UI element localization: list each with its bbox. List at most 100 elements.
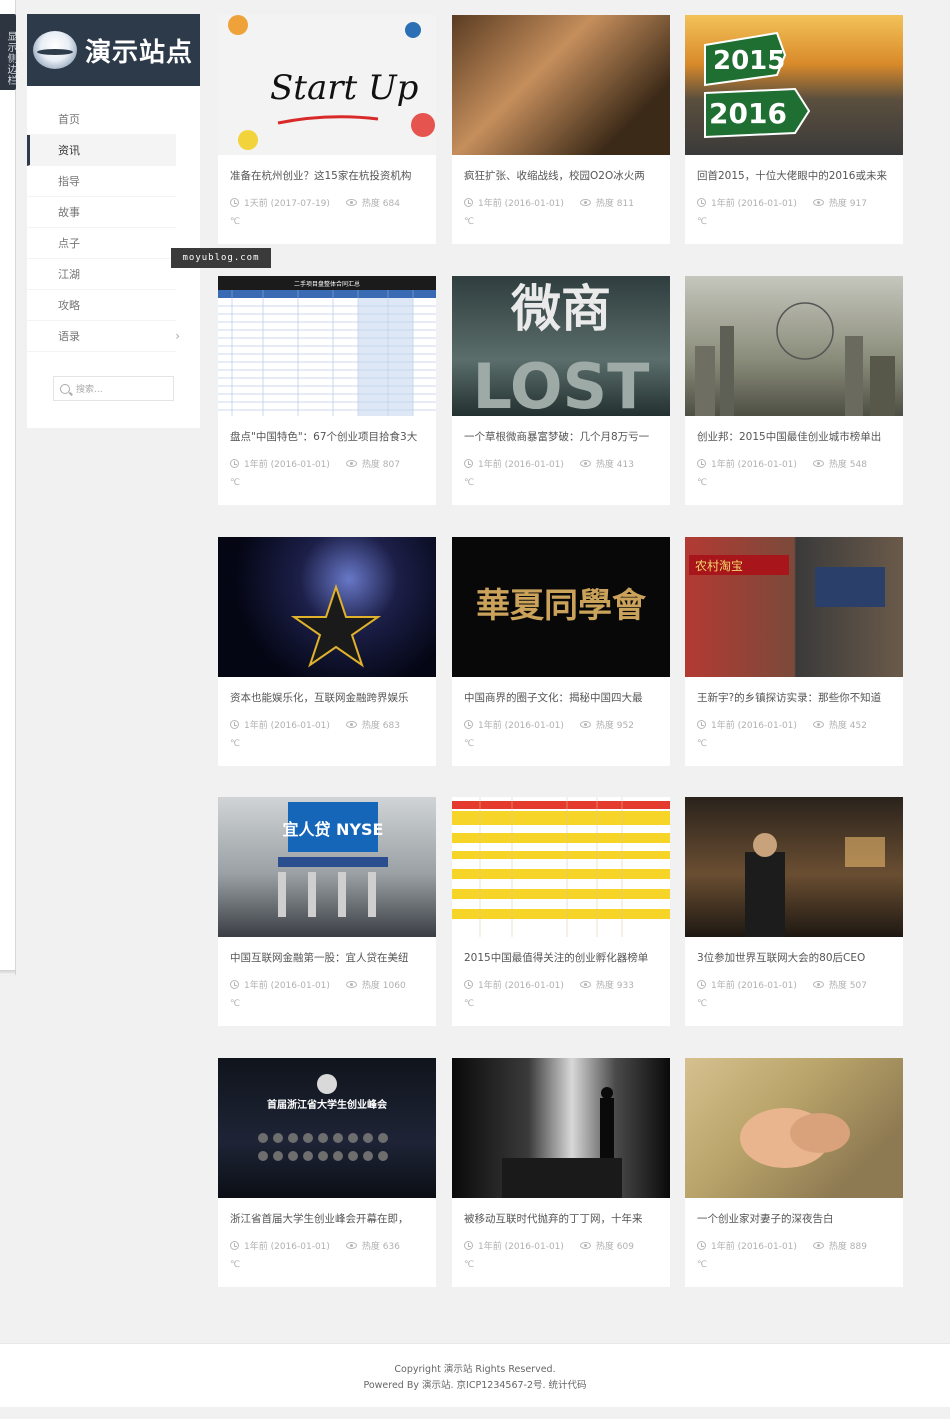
clock-icon xyxy=(697,198,706,207)
footer-powered-by[interactable]: Powered By 演示站. 京ICP1234567-2号. 统计代码 xyxy=(0,1378,950,1394)
article-title[interactable]: 浙江省首届大学生创业峰会开幕在即， xyxy=(230,1211,428,1226)
article-title[interactable]: 一个创业家对妻子的深夜告白 xyxy=(697,1211,895,1226)
article-card[interactable]: 首届浙江省大学生创业峰会 浙江省首届大学生创业峰会开幕在即， 1年前 (2016… xyxy=(218,1058,436,1287)
article-thumbnail[interactable] xyxy=(452,1058,670,1198)
sidebar-item-guide[interactable]: 指导 xyxy=(27,166,176,197)
road-sign-art: 2015 2016 xyxy=(704,31,811,139)
article-time: 1年前 (2016-01-01) xyxy=(244,1242,330,1252)
holding-hands-thumbnail-art xyxy=(740,1108,850,1168)
article-meta: 1年前 (2016-01-01) 热度 683 xyxy=(230,718,436,731)
degree-symbol: ℃ xyxy=(464,999,475,1009)
sidebar-item-ideas[interactable]: 点子 xyxy=(27,228,176,259)
site-title: 演示站点 xyxy=(85,37,194,68)
site-logo[interactable]: 演示站点 xyxy=(27,14,200,86)
article-thumbnail[interactable]: 首届浙江省大学生创业峰会 xyxy=(218,1058,436,1198)
sidebar-item-strategy[interactable]: 攻略 xyxy=(27,290,176,321)
article-meta: 1年前 (2016-01-01) 热度 889 xyxy=(697,1239,903,1252)
article-heat: 热度 917 xyxy=(828,199,867,209)
article-card[interactable]: 華夏同學會 中国商界的圈子文化：揭秘中国四大最 1年前 (2016-01-01)… xyxy=(452,537,670,766)
village-thumbnail-art: 农村淘宝 xyxy=(689,555,885,607)
article-heat: 热度 684 xyxy=(361,199,400,209)
eye-icon xyxy=(345,721,357,728)
article-card[interactable]: 宜人贷 NYSE 中国互联网金融第一股：宜人贷在美纽 1年前 (2016-01-… xyxy=(218,797,436,1026)
article-title[interactable]: 2015中国最值得关注的创业孵化器榜单 xyxy=(464,950,662,965)
article-title[interactable]: 准备在杭州创业？这15家在杭投资机构 xyxy=(230,168,428,183)
clock-icon xyxy=(697,720,706,729)
article-title[interactable]: 3位参加世界互联网大会的80后CEO xyxy=(697,950,895,965)
article-card[interactable]: 微商 LOST 一个草根微商暴富梦破：几个月8万亏一 1年前 (2016-01-… xyxy=(452,276,670,505)
article-card[interactable]: 创业邦：2015中国最佳创业城市榜单出 1年前 (2016-01-01) 热度 … xyxy=(685,276,903,505)
degree-symbol: ℃ xyxy=(464,739,475,749)
sidebar-item-stories[interactable]: 故事 xyxy=(27,197,176,228)
article-card[interactable]: 疯狂扩张、收缩战线，校园O2O冰火两 1年前 (2016-01-01) 热度 8… xyxy=(452,15,670,244)
article-meta: 1年前 (2016-01-01) 热度 811 xyxy=(464,196,670,209)
article-title[interactable]: 王新宇?的乡镇探访实录：那些你不知道 xyxy=(697,690,895,705)
eye-icon xyxy=(579,460,591,467)
article-thumbnail[interactable] xyxy=(685,797,903,937)
article-title[interactable]: 中国互联网金融第一股：宜人贷在美纽 xyxy=(230,950,428,965)
article-thumbnail[interactable]: 華夏同學會 xyxy=(452,537,670,677)
sidebar-item-quotes[interactable]: 语录 › xyxy=(27,321,180,352)
sidebar-item-jianghu[interactable]: 江湖 xyxy=(27,259,176,290)
article-card[interactable]: 2015中国最值得关注的创业孵化器榜单 1年前 (2016-01-01) 热度 … xyxy=(452,797,670,1026)
clock-icon xyxy=(697,459,706,468)
article-thumbnail[interactable]: 2015 2016 xyxy=(685,15,903,155)
article-title[interactable]: 回首2015，十位大佬眼中的2016或未来 xyxy=(697,168,895,183)
article-heat: 热度 807 xyxy=(361,460,400,470)
eye-icon xyxy=(345,199,357,206)
article-thumbnail[interactable] xyxy=(685,1058,903,1198)
article-meta: 1年前 (2016-01-01) 热度 933 xyxy=(464,978,670,991)
clock-icon xyxy=(230,198,239,207)
eye-icon xyxy=(812,1242,824,1249)
article-card[interactable]: 一个创业家对妻子的深夜告白 1年前 (2016-01-01) 热度 889 ℃ xyxy=(685,1058,903,1287)
eye-icon xyxy=(579,721,591,728)
article-time: 1年前 (2016-01-01) xyxy=(244,460,330,470)
article-title[interactable]: 一个草根微商暴富梦破：几个月8万亏一 xyxy=(464,429,662,444)
left-rail-shadow xyxy=(0,970,16,976)
degree-symbol: ℃ xyxy=(230,217,241,227)
article-meta: 1年前 (2016-01-01) 热度 917 xyxy=(697,196,903,209)
lost-thumbnail-art: 微商 LOST xyxy=(473,280,650,416)
startup-thumbnail-art: Start Up xyxy=(228,15,435,150)
article-title[interactable]: 资本也能娱乐化，互联网金融跨界娱乐 xyxy=(230,690,428,705)
article-title[interactable]: 中国商界的圈子文化：揭秘中国四大最 xyxy=(464,690,662,705)
clock-icon xyxy=(464,980,473,989)
page-footer: Copyright 演示站 Rights Reserved. Powered B… xyxy=(0,1343,950,1407)
article-thumbnail[interactable]: 农村淘宝 xyxy=(685,537,903,677)
article-card[interactable]: 被移动互联时代抛弃的丁丁网，十年来 1年前 (2016-01-01) 热度 60… xyxy=(452,1058,670,1287)
article-title[interactable]: 被移动互联时代抛弃的丁丁网，十年来 xyxy=(464,1211,662,1226)
article-title[interactable]: 盘点"中国特色"：67个创业项目拾食3大 xyxy=(230,429,428,444)
article-thumbnail[interactable] xyxy=(452,15,670,155)
article-thumbnail[interactable]: 二手项目盘整体合同汇总 xyxy=(218,276,436,416)
article-thumbnail[interactable]: 宜人贷 NYSE xyxy=(218,797,436,937)
article-thumbnail[interactable]: 微商 LOST xyxy=(452,276,670,416)
sidebar-item-home[interactable]: 首页 xyxy=(27,104,176,135)
show-sidebar-toggle[interactable]: 显示侧边栏 xyxy=(0,14,16,90)
article-thumbnail[interactable] xyxy=(218,537,436,677)
article-thumbnail[interactable]: Start Up xyxy=(218,15,436,155)
eye-icon xyxy=(812,721,824,728)
article-card[interactable]: 资本也能娱乐化，互联网金融跨界娱乐 1年前 (2016-01-01) 热度 68… xyxy=(218,537,436,766)
article-card[interactable]: Start Up 准备在杭州创业？这15家在杭投资机构 1天前 (2017-07… xyxy=(218,15,436,244)
article-title[interactable]: 疯狂扩张、收缩战线，校园O2O冰火两 xyxy=(464,168,662,183)
article-thumbnail[interactable] xyxy=(452,797,670,937)
article-card[interactable]: 二手项目盘整体合同汇总 盘点"中国特色"：67个创业项目拾食3大 1年前 (20… xyxy=(218,276,436,505)
eye-icon xyxy=(812,981,824,988)
degree-symbol: ℃ xyxy=(697,739,708,749)
article-title[interactable]: 创业邦：2015中国最佳创业城市榜单出 xyxy=(697,429,895,444)
article-thumbnail[interactable] xyxy=(685,276,903,416)
article-heat: 热度 811 xyxy=(595,199,634,209)
sidebar-item-label: 资讯 xyxy=(58,144,80,157)
nyse-thumbnail-art: 宜人贷 NYSE xyxy=(278,802,388,917)
article-card[interactable]: 3位参加世界互联网大会的80后CEO 1年前 (2016-01-01) 热度 5… xyxy=(685,797,903,1026)
left-rail xyxy=(0,0,16,975)
eye-icon xyxy=(579,981,591,988)
article-card[interactable]: 农村淘宝 王新宇?的乡镇探访实录：那些你不知道 1年前 (2016-01-01)… xyxy=(685,537,903,766)
clock-icon xyxy=(230,1241,239,1250)
search-input[interactable]: 搜索... xyxy=(53,376,174,401)
article-heat: 热度 413 xyxy=(595,460,634,470)
sidebar-item-news[interactable]: 资讯 xyxy=(27,135,176,166)
article-time: 1年前 (2016-01-01) xyxy=(711,199,797,209)
article-card[interactable]: 2015 2016 回首2015，十位大佬眼中的2016或未来 1年前 (201… xyxy=(685,15,903,244)
clock-icon xyxy=(464,198,473,207)
